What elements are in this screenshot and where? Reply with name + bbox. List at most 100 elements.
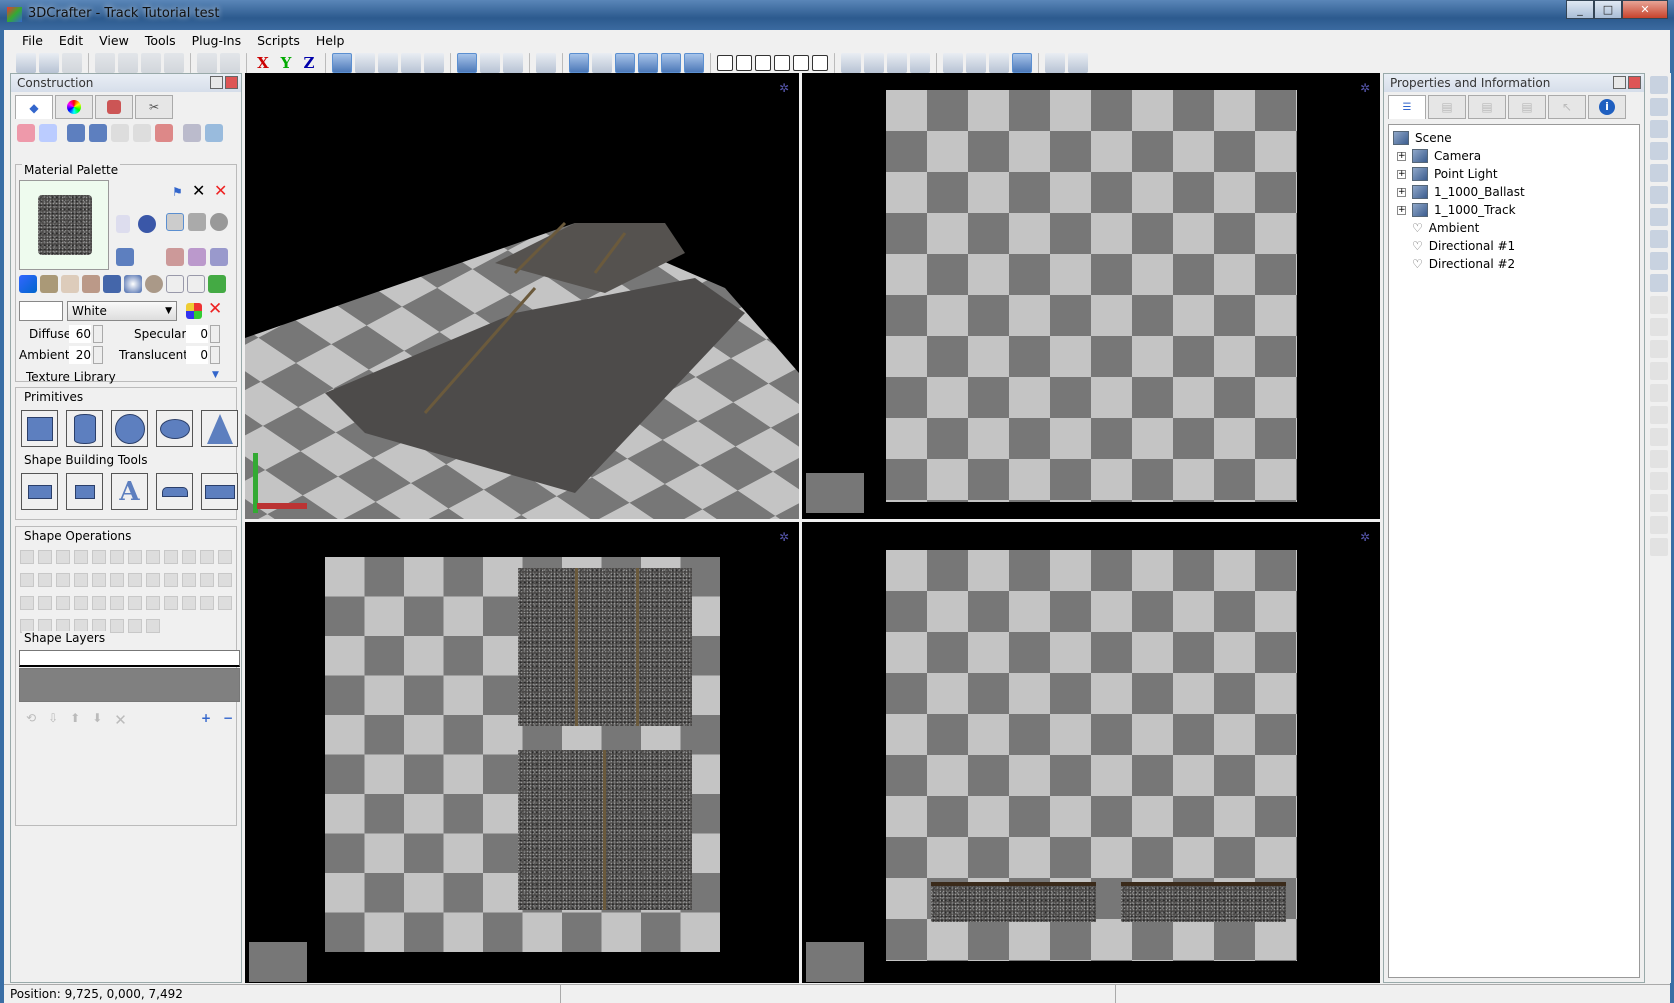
- tool-d-icon[interactable]: [1650, 362, 1668, 380]
- zoom-window-icon[interactable]: [424, 53, 444, 73]
- move-icon[interactable]: [1650, 274, 1668, 292]
- list-2-icon[interactable]: [187, 275, 205, 293]
- ambient-spinner[interactable]: [93, 346, 103, 364]
- minimize-button[interactable]: _: [1566, 0, 1594, 19]
- snap-icon[interactable]: [536, 53, 556, 73]
- close-panel-button[interactable]: [225, 76, 238, 89]
- menu-view[interactable]: View: [91, 32, 137, 50]
- maximize-button[interactable]: □: [1594, 0, 1622, 19]
- animate-icon[interactable]: [615, 53, 635, 73]
- zoom-object-icon[interactable]: [401, 53, 421, 73]
- select-region-icon[interactable]: [457, 53, 477, 73]
- viewport-settings-icon[interactable]: ✲: [779, 81, 789, 95]
- menu-scripts[interactable]: Scripts: [249, 32, 308, 50]
- tab-script[interactable]: ▤: [1508, 95, 1546, 119]
- color-grid-icon[interactable]: [186, 303, 202, 319]
- tree-item[interactable]: + Camera: [1393, 147, 1635, 165]
- fill-icon[interactable]: [1650, 230, 1668, 248]
- export-layer-icon[interactable]: ⇩: [48, 711, 58, 729]
- properties-icon[interactable]: [116, 215, 130, 233]
- three-view-alt-icon[interactable]: [812, 55, 828, 71]
- axis-z-button[interactable]: Z: [299, 53, 319, 73]
- tool-k-icon[interactable]: [1650, 516, 1668, 534]
- tab-selection[interactable]: ↖: [1548, 95, 1586, 119]
- magic-wand-icon[interactable]: [1650, 164, 1668, 182]
- cube-map-icon[interactable]: [116, 248, 134, 266]
- lathe-button[interactable]: [21, 473, 58, 510]
- expand-icon[interactable]: +: [1397, 187, 1406, 197]
- add-layer-button[interactable]: +: [201, 711, 211, 725]
- float-panel-button[interactable]: [1613, 76, 1626, 89]
- terrain-button[interactable]: [156, 473, 193, 510]
- select-icon[interactable]: [1650, 76, 1668, 94]
- viewport-top[interactable]: ✲: [802, 73, 1380, 519]
- tool-a-icon[interactable]: [1650, 296, 1668, 314]
- split-horizontal-icon[interactable]: [755, 55, 771, 71]
- translucent-input[interactable]: 0: [186, 346, 208, 364]
- text-tool-button[interactable]: A: [111, 473, 148, 510]
- window-icon[interactable]: [1012, 53, 1032, 73]
- close-panel-button[interactable]: [1628, 76, 1641, 89]
- axis-x-button[interactable]: X: [253, 53, 273, 73]
- camera-fly-icon[interactable]: [864, 53, 884, 73]
- delete-material-icon[interactable]: ✕: [192, 181, 205, 200]
- tree-item[interactable]: ♡ Ambient: [1393, 219, 1635, 237]
- tab-scene-tree[interactable]: ☰: [1388, 95, 1426, 119]
- solid-view-icon[interactable]: [569, 53, 589, 73]
- rotate-icon[interactable]: [1650, 142, 1668, 160]
- tab-objects[interactable]: [95, 95, 133, 119]
- tab-info[interactable]: i: [1588, 95, 1626, 119]
- bump-icon[interactable]: [145, 275, 163, 293]
- expand-icon[interactable]: +: [1397, 205, 1406, 215]
- split-vertical-icon[interactable]: [736, 55, 752, 71]
- viewport-settings-icon[interactable]: ✲: [1360, 530, 1370, 544]
- close-button[interactable]: ✕: [1622, 0, 1668, 19]
- viewport-side[interactable]: ✲: [802, 522, 1380, 983]
- path-icon[interactable]: [684, 53, 704, 73]
- cylinder-button[interactable]: [66, 410, 103, 447]
- cube-tool-icon[interactable]: [67, 124, 85, 142]
- copy-icon[interactable]: [118, 53, 138, 73]
- layers-icon[interactable]: [989, 53, 1009, 73]
- texture-1-icon[interactable]: [40, 275, 58, 293]
- tab-materials[interactable]: [55, 95, 93, 119]
- refresh-layer-icon[interactable]: ⟲: [26, 711, 36, 729]
- zoom-sphere-icon[interactable]: [378, 53, 398, 73]
- sphere-button[interactable]: [111, 410, 148, 447]
- texture-icon[interactable]: [480, 53, 500, 73]
- render-tool-icon[interactable]: [155, 124, 173, 142]
- axes-icon[interactable]: [1650, 186, 1668, 204]
- grid-texture-icon[interactable]: [103, 275, 121, 293]
- tool-g-icon[interactable]: [1650, 428, 1668, 446]
- tool-i-icon[interactable]: [1650, 472, 1668, 490]
- viewport-perspective[interactable]: ✲: [245, 73, 799, 519]
- tree-item[interactable]: + Point Light: [1393, 165, 1635, 183]
- menu-file[interactable]: File: [14, 32, 51, 50]
- color-swatch-icon[interactable]: [19, 275, 37, 293]
- tool-b-icon[interactable]: [1650, 318, 1668, 336]
- texture-3-icon[interactable]: [82, 275, 100, 293]
- axes-icon[interactable]: [592, 53, 612, 73]
- menu-edit[interactable]: Edit: [51, 32, 91, 50]
- menu-help[interactable]: Help: [308, 32, 353, 50]
- new-icon[interactable]: [16, 53, 36, 73]
- redo-icon[interactable]: [220, 53, 240, 73]
- plane-button[interactable]: [201, 473, 238, 510]
- layers-texture-icon[interactable]: [166, 213, 184, 231]
- light-tool-icon[interactable]: [133, 124, 151, 142]
- move-up-icon[interactable]: ⬆: [70, 711, 80, 729]
- undo-icon[interactable]: [197, 53, 217, 73]
- extrude-button[interactable]: [66, 473, 103, 510]
- axis-y-button[interactable]: Y: [276, 53, 296, 73]
- texture-2-icon[interactable]: [61, 275, 79, 293]
- texture-library-toggle[interactable]: Texture Library: [26, 370, 116, 384]
- help-icon[interactable]: [138, 215, 156, 233]
- image-icon[interactable]: [966, 53, 986, 73]
- cube-button[interactable]: [21, 410, 58, 447]
- gradient-icon[interactable]: [124, 275, 142, 293]
- color-select[interactable]: White ▼: [67, 301, 177, 321]
- tab-tools[interactable]: ✂: [135, 95, 173, 119]
- viewport-front[interactable]: ✲: [245, 522, 799, 983]
- torus-button[interactable]: [156, 410, 193, 447]
- menu-plug-ins[interactable]: Plug-Ins: [184, 32, 250, 50]
